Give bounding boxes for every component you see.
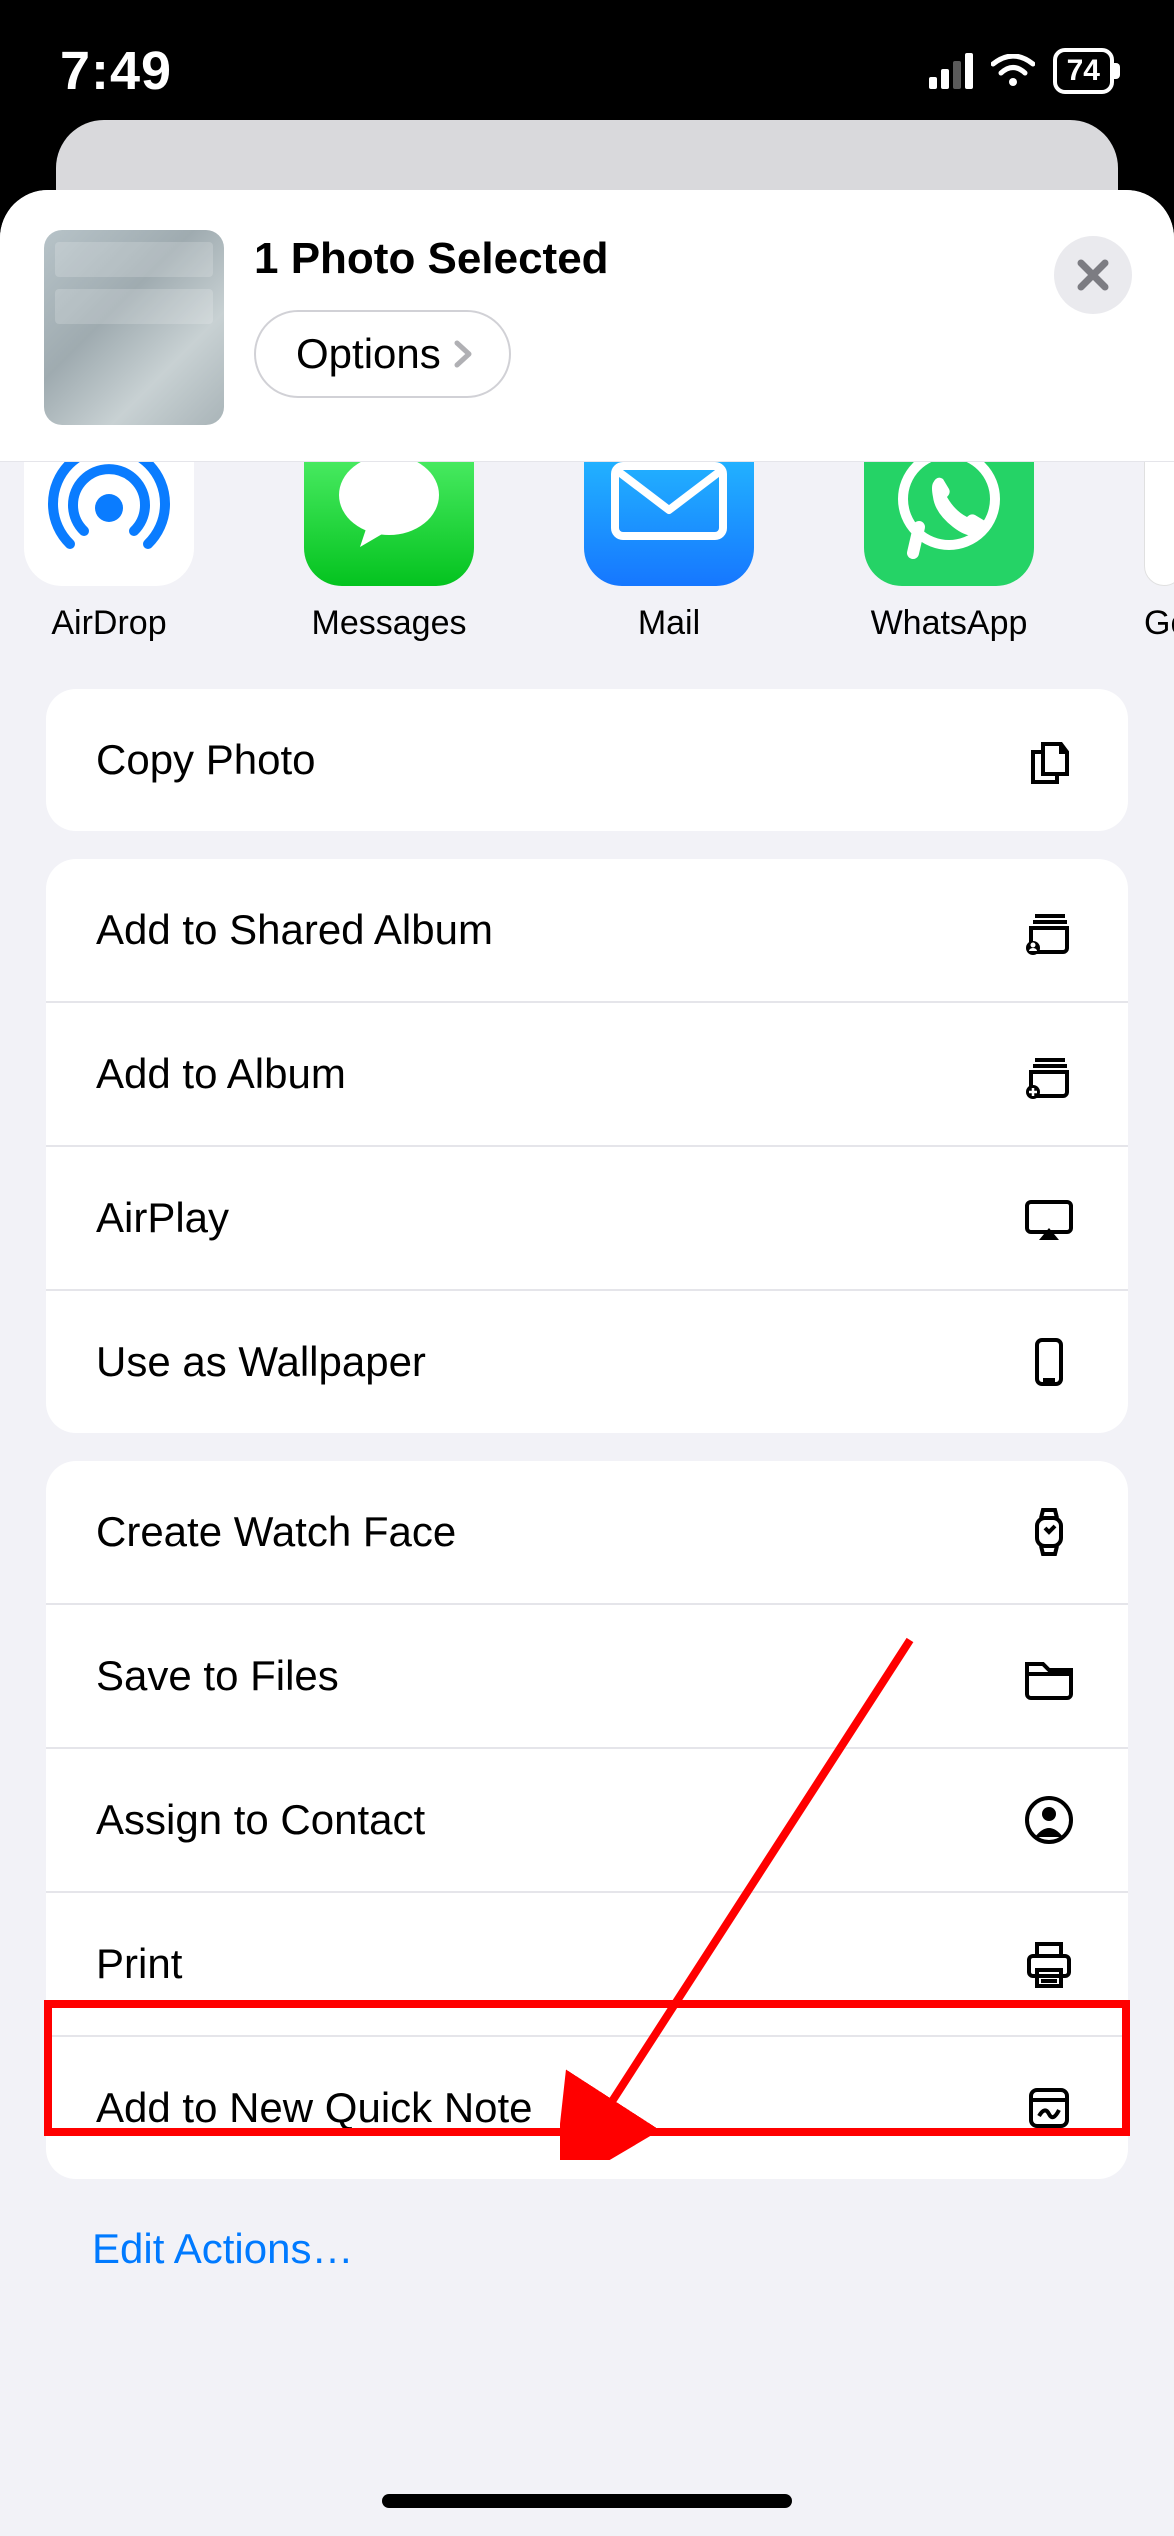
action-label: Create Watch Face <box>96 1508 456 1556</box>
status-bar: 7:49 74 <box>0 0 1174 120</box>
action-label: Add to Album <box>96 1050 346 1098</box>
app-label: Messages <box>312 604 467 643</box>
whatsapp-icon <box>889 462 1009 561</box>
action-assign-to-contact[interactable]: Assign to Contact <box>46 1749 1128 1893</box>
status-indicators: 74 <box>929 48 1114 94</box>
close-icon <box>1073 255 1113 295</box>
app-airdrop[interactable]: AirDrop <box>24 462 194 643</box>
messages-icon <box>334 462 444 551</box>
action-label: Assign to Contact <box>96 1796 425 1844</box>
battery-indicator: 74 <box>1053 48 1114 94</box>
chevron-right-icon <box>451 340 475 368</box>
action-label: Add to New Quick Note <box>96 2084 533 2132</box>
options-label: Options <box>296 330 441 378</box>
action-create-watch-face[interactable]: Create Watch Face <box>46 1461 1128 1605</box>
app-label: AirDrop <box>51 604 166 643</box>
action-label: Copy Photo <box>96 736 315 784</box>
app-messages[interactable]: Messages <box>304 462 474 643</box>
action-save-to-files[interactable]: Save to Files <box>46 1605 1128 1749</box>
close-button[interactable] <box>1054 236 1132 314</box>
app-mail[interactable]: Mail <box>584 462 754 643</box>
status-time: 7:49 <box>60 40 172 102</box>
airdrop-icon <box>44 462 174 566</box>
folder-icon <box>1020 1647 1078 1705</box>
app-google[interactable]: Goo <box>1144 462 1174 643</box>
share-sheet: 1 Photo Selected Options <box>0 190 1174 2536</box>
action-add-album[interactable]: Add to Album <box>46 1003 1128 1147</box>
edit-actions-link[interactable]: Edit Actions… <box>92 2225 353 2272</box>
action-label: Save to Files <box>96 1652 339 1700</box>
wifi-icon <box>991 54 1035 88</box>
person-icon <box>1020 1791 1078 1849</box>
watch-icon <box>1020 1503 1078 1561</box>
wallpaper-icon <box>1020 1333 1078 1391</box>
photo-thumbnail[interactable] <box>44 230 224 425</box>
app-label: WhatsApp <box>871 604 1028 643</box>
action-group-2: Add to Shared Album Add to Album AirPlay… <box>46 859 1128 1433</box>
airplay-icon <box>1020 1189 1078 1247</box>
app-label: Mail <box>638 604 700 643</box>
cellular-icon <box>929 53 973 89</box>
action-copy-photo[interactable]: Copy Photo <box>46 689 1128 831</box>
action-label: Add to Shared Album <box>96 906 493 954</box>
app-label: Goo <box>1144 604 1174 643</box>
copy-icon <box>1020 731 1078 789</box>
options-button[interactable]: Options <box>254 310 511 398</box>
shared-album-icon <box>1020 901 1078 959</box>
action-label: AirPlay <box>96 1194 229 1242</box>
sheet-header: 1 Photo Selected Options <box>0 190 1174 462</box>
battery-level: 74 <box>1067 54 1100 88</box>
action-group-3: Create Watch Face Save to Files Assign t… <box>46 1461 1128 2179</box>
quicknote-icon <box>1020 2079 1078 2137</box>
action-add-quick-note[interactable]: Add to New Quick Note <box>46 2037 1128 2179</box>
home-indicator[interactable] <box>382 2494 792 2508</box>
action-airplay[interactable]: AirPlay <box>46 1147 1128 1291</box>
printer-icon <box>1020 1935 1078 1993</box>
action-print[interactable]: Print <box>46 1893 1128 2037</box>
add-album-icon <box>1020 1045 1078 1103</box>
action-label: Use as Wallpaper <box>96 1338 426 1386</box>
app-whatsapp[interactable]: WhatsApp <box>864 462 1034 643</box>
action-label: Print <box>96 1940 182 1988</box>
action-use-as-wallpaper[interactable]: Use as Wallpaper <box>46 1291 1128 1433</box>
action-group-1: Copy Photo <box>46 689 1128 831</box>
action-add-shared-album[interactable]: Add to Shared Album <box>46 859 1128 1003</box>
sheet-title: 1 Photo Selected <box>254 234 609 284</box>
mail-icon <box>609 462 729 546</box>
share-apps-row[interactable]: AirDrop Messages Mail <box>0 462 1174 661</box>
edit-actions-row[interactable]: Edit Actions… <box>0 2179 1174 2329</box>
